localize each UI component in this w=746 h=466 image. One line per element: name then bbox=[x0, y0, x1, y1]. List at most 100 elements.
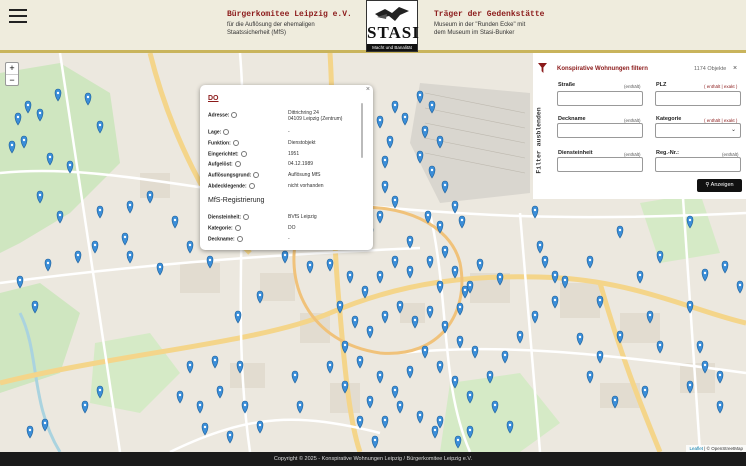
location-marker-icon[interactable] bbox=[126, 200, 134, 214]
location-marker-icon[interactable] bbox=[466, 390, 474, 404]
location-marker-icon[interactable] bbox=[26, 425, 34, 439]
location-marker-icon[interactable] bbox=[381, 415, 389, 429]
location-marker-icon[interactable] bbox=[36, 108, 44, 122]
location-marker-icon[interactable] bbox=[346, 270, 354, 284]
location-marker-icon[interactable] bbox=[701, 360, 709, 374]
info-icon[interactable] bbox=[243, 214, 250, 220]
location-marker-icon[interactable] bbox=[646, 310, 654, 324]
location-marker-icon[interactable] bbox=[351, 315, 359, 329]
location-marker-icon[interactable] bbox=[126, 250, 134, 264]
location-marker-icon[interactable] bbox=[428, 165, 436, 179]
location-marker-icon[interactable] bbox=[396, 300, 404, 314]
location-marker-icon[interactable] bbox=[436, 415, 444, 429]
location-marker-icon[interactable] bbox=[234, 310, 242, 324]
location-marker-icon[interactable] bbox=[406, 235, 414, 249]
location-marker-icon[interactable] bbox=[306, 260, 314, 274]
location-marker-icon[interactable] bbox=[416, 150, 424, 164]
location-marker-icon[interactable] bbox=[461, 285, 469, 299]
location-marker-icon[interactable] bbox=[291, 370, 299, 384]
info-icon[interactable] bbox=[234, 225, 241, 231]
location-marker-icon[interactable] bbox=[616, 330, 624, 344]
location-marker-icon[interactable] bbox=[531, 310, 539, 324]
location-marker-icon[interactable] bbox=[436, 360, 444, 374]
location-marker-icon[interactable] bbox=[686, 380, 694, 394]
location-marker-icon[interactable] bbox=[171, 215, 179, 229]
location-marker-icon[interactable] bbox=[421, 345, 429, 359]
location-marker-icon[interactable] bbox=[24, 100, 32, 114]
location-marker-icon[interactable] bbox=[416, 410, 424, 424]
location-marker-icon[interactable] bbox=[401, 112, 409, 126]
info-icon[interactable] bbox=[253, 172, 260, 178]
location-marker-icon[interactable] bbox=[16, 275, 24, 289]
location-marker-icon[interactable] bbox=[426, 255, 434, 269]
location-marker-icon[interactable] bbox=[376, 115, 384, 129]
location-marker-icon[interactable] bbox=[536, 240, 544, 254]
location-marker-icon[interactable] bbox=[586, 255, 594, 269]
location-marker-icon[interactable] bbox=[256, 420, 264, 434]
location-marker-icon[interactable] bbox=[611, 395, 619, 409]
location-marker-icon[interactable] bbox=[696, 340, 704, 354]
street-input[interactable] bbox=[557, 91, 643, 106]
attribution-leaflet[interactable]: Leaflet bbox=[689, 446, 703, 451]
location-marker-icon[interactable] bbox=[391, 385, 399, 399]
location-marker-icon[interactable] bbox=[456, 335, 464, 349]
location-marker-icon[interactable] bbox=[531, 205, 539, 219]
info-icon[interactable] bbox=[234, 161, 241, 167]
location-marker-icon[interactable] bbox=[236, 360, 244, 374]
location-marker-icon[interactable] bbox=[516, 330, 524, 344]
location-marker-icon[interactable] bbox=[416, 90, 424, 104]
location-marker-icon[interactable] bbox=[596, 295, 604, 309]
attribution-osm[interactable]: © OpenStreetMap bbox=[707, 446, 743, 451]
info-icon[interactable] bbox=[231, 112, 238, 118]
location-marker-icon[interactable] bbox=[391, 195, 399, 209]
location-marker-icon[interactable] bbox=[44, 258, 52, 272]
info-icon[interactable] bbox=[240, 151, 247, 157]
info-icon[interactable] bbox=[236, 236, 243, 242]
location-marker-icon[interactable] bbox=[436, 220, 444, 234]
location-marker-icon[interactable] bbox=[391, 100, 399, 114]
location-marker-icon[interactable] bbox=[716, 400, 724, 414]
location-marker-icon[interactable] bbox=[14, 112, 22, 126]
location-marker-icon[interactable] bbox=[406, 365, 414, 379]
location-marker-icon[interactable] bbox=[636, 270, 644, 284]
location-marker-icon[interactable] bbox=[96, 385, 104, 399]
location-marker-icon[interactable] bbox=[441, 245, 449, 259]
location-marker-icon[interactable] bbox=[56, 210, 64, 224]
location-marker-icon[interactable] bbox=[366, 395, 374, 409]
location-marker-icon[interactable] bbox=[356, 415, 364, 429]
location-marker-icon[interactable] bbox=[428, 100, 436, 114]
location-marker-icon[interactable] bbox=[341, 380, 349, 394]
location-marker-icon[interactable] bbox=[471, 345, 479, 359]
location-marker-icon[interactable] bbox=[31, 300, 39, 314]
location-marker-icon[interactable] bbox=[396, 400, 404, 414]
location-marker-icon[interactable] bbox=[226, 430, 234, 444]
location-marker-icon[interactable] bbox=[206, 255, 214, 269]
location-marker-icon[interactable] bbox=[656, 250, 664, 264]
unit-input[interactable] bbox=[557, 157, 643, 172]
location-marker-icon[interactable] bbox=[8, 140, 16, 154]
location-marker-icon[interactable] bbox=[74, 250, 82, 264]
location-marker-icon[interactable] bbox=[96, 120, 104, 134]
location-marker-icon[interactable] bbox=[426, 305, 434, 319]
location-marker-icon[interactable] bbox=[91, 240, 99, 254]
location-marker-icon[interactable] bbox=[146, 190, 154, 204]
search-button[interactable]: ⚲ Anzeigen bbox=[697, 179, 742, 192]
plz-input[interactable] bbox=[655, 91, 741, 106]
location-marker-icon[interactable] bbox=[641, 385, 649, 399]
location-marker-icon[interactable] bbox=[186, 360, 194, 374]
location-marker-icon[interactable] bbox=[491, 400, 499, 414]
location-marker-icon[interactable] bbox=[501, 350, 509, 364]
location-marker-icon[interactable] bbox=[201, 422, 209, 436]
location-marker-icon[interactable] bbox=[216, 385, 224, 399]
location-marker-icon[interactable] bbox=[391, 255, 399, 269]
location-marker-icon[interactable] bbox=[431, 425, 439, 439]
location-marker-icon[interactable] bbox=[441, 320, 449, 334]
info-icon[interactable] bbox=[223, 129, 230, 135]
location-marker-icon[interactable] bbox=[421, 125, 429, 139]
popup-close-button[interactable]: × bbox=[366, 86, 370, 93]
plz-match-option[interactable]: ( enthält | exakt ) bbox=[704, 84, 737, 89]
location-marker-icon[interactable] bbox=[376, 210, 384, 224]
location-marker-icon[interactable] bbox=[596, 350, 604, 364]
location-marker-icon[interactable] bbox=[736, 280, 744, 294]
location-marker-icon[interactable] bbox=[586, 370, 594, 384]
